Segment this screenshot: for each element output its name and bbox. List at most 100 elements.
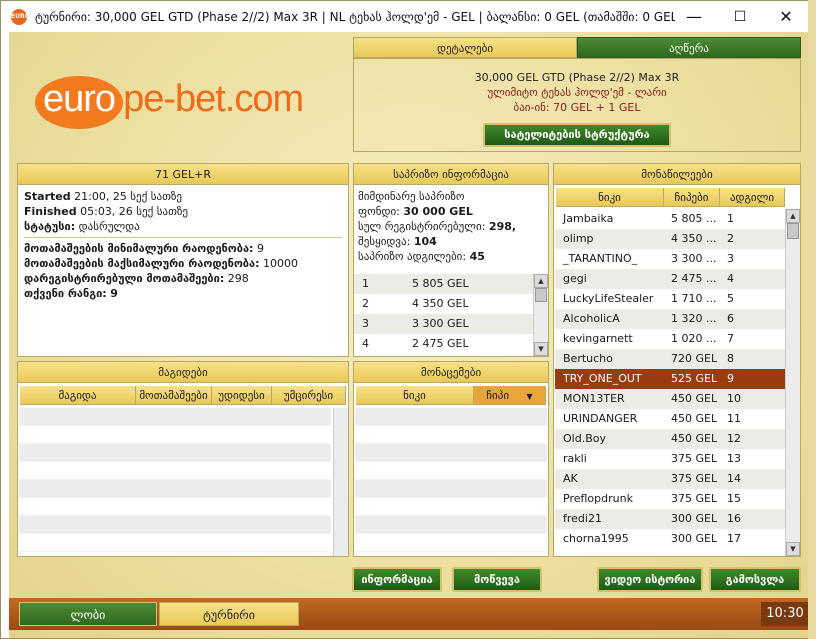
participant-row[interactable]: Old.Boy 450 GEL 12 <box>555 429 785 449</box>
participant-place: 12 <box>727 432 741 445</box>
scroll-up-arrow-icon[interactable]: ▲ <box>534 274 548 288</box>
col-search-nick[interactable]: ნიკი <box>356 386 474 404</box>
participant-nick: fredi21 <box>563 512 602 525</box>
participant-row[interactable]: Bertucho 720 GEL 8 <box>555 349 785 369</box>
participant-row[interactable]: TRY_ONE_OUT 525 GEL 9 <box>555 369 785 389</box>
europe-bet-logo: euro pe-bet.com <box>35 76 304 129</box>
participants-scroll-thumb[interactable] <box>787 223 799 239</box>
sort-chevron-down-icon: ▼ <box>526 392 533 401</box>
current-prize-label: მიმდინარე საპრიზო <box>358 190 465 203</box>
tab-details[interactable]: დეტალები <box>353 37 577 58</box>
participant-nick: gegi <box>563 272 587 285</box>
participant-nick: kevingarnett <box>563 332 633 345</box>
participant-row[interactable]: Jambaika 5 805 ... 1 <box>555 209 785 229</box>
rebuys-value: 104 <box>413 235 437 248</box>
col-search-chips-label: ჩიპი <box>486 389 510 402</box>
participant-chips: 720 GEL <box>671 352 718 365</box>
participant-row[interactable]: kevingarnett 1 020 ... 7 <box>555 329 785 349</box>
participant-place: 2 <box>727 232 734 245</box>
participant-chips: 5 805 ... <box>671 212 717 225</box>
search-panel: მონაცემები ნიკი ჩიპი ▼ <box>353 361 549 557</box>
started-value: 21:00, 25 სექ სათზე <box>74 190 183 203</box>
info-button[interactable]: ინფორმაცია <box>352 567 442 592</box>
participant-row[interactable]: fredi21 300 GEL 16 <box>555 509 785 529</box>
participant-row[interactable]: MON13TER 450 GEL 10 <box>555 389 785 409</box>
participant-chips: 1 710 ... <box>671 292 717 305</box>
logo-rest: pe-bet.com <box>123 78 304 120</box>
maximize-button[interactable]: ☐ <box>717 1 763 32</box>
participant-row[interactable]: LuckyLifeStealer 1 710 ... 5 <box>555 289 785 309</box>
participant-row[interactable]: gegi 2 475 ... 4 <box>555 269 785 289</box>
tables-list <box>19 408 331 552</box>
participant-chips: 375 GEL <box>671 452 718 465</box>
prize-places-value: 45 <box>469 250 485 263</box>
col-place[interactable]: ადგილი <box>720 188 785 206</box>
col-nick[interactable]: ნიკი <box>556 188 664 206</box>
participant-nick: olimp <box>563 232 594 245</box>
prize-scrollbar[interactable]: ▲ ▼ <box>533 274 548 356</box>
participant-place: 5 <box>727 292 734 305</box>
col-min[interactable]: უმცირესი <box>272 386 346 404</box>
participants-scrollbar[interactable]: ▲ ▼ <box>785 209 800 556</box>
participant-row[interactable]: rakli 375 GEL 13 <box>555 449 785 469</box>
participant-chips: 450 GEL <box>671 432 718 445</box>
participant-place: 3 <box>727 252 734 265</box>
prize-info-header: საპრიზო ინფორმაცია <box>354 164 548 185</box>
participant-nick: chorna1995 <box>563 532 629 545</box>
search-header: მონაცემები <box>354 362 548 383</box>
participant-nick: AlcoholicA <box>563 312 620 325</box>
exit-button[interactable]: გამოსვლა <box>709 567 801 592</box>
tournament-tab[interactable]: ტურნირი <box>159 602 299 626</box>
tables-scrollbar[interactable] <box>333 408 348 556</box>
col-max[interactable]: უდიდესი <box>212 386 272 404</box>
participant-place: 13 <box>727 452 741 465</box>
lobby-tab[interactable]: ლობი <box>19 602 157 626</box>
col-search-chips[interactable]: ჩიპი ▼ <box>474 386 546 404</box>
invite-button[interactable]: მოწვევა <box>452 567 542 592</box>
tables-header: მაგიდები <box>18 362 348 383</box>
participant-place: 17 <box>727 532 741 545</box>
col-chips[interactable]: ჩიპები <box>664 188 720 206</box>
tournament-window: EURO ტურნირი: 30,000 GEL GTD (Phase 2//2… <box>0 0 810 639</box>
registered-label: დარეგისტრირებული მოთამაშეები: <box>24 272 225 285</box>
participant-row[interactable]: chorna1995 300 GEL 17 <box>555 529 785 549</box>
participant-nick: AK <box>563 472 578 485</box>
scroll-up-arrow-icon[interactable]: ▲ <box>786 209 800 223</box>
prize-row: 15 805 GEL <box>354 274 534 294</box>
participant-nick: _TARANTINO_ <box>563 252 638 265</box>
prize-scroll-thumb[interactable] <box>535 288 547 302</box>
scroll-down-arrow-icon[interactable]: ▼ <box>786 542 800 556</box>
col-table[interactable]: მაგიდა <box>20 386 136 404</box>
col-players[interactable]: მოთამაშეები <box>136 386 212 404</box>
participant-row[interactable]: _TARANTINO_ 3 300 ... 3 <box>555 249 785 269</box>
participant-chips: 3 300 ... <box>671 252 717 265</box>
participant-chips: 1 320 ... <box>671 312 717 325</box>
participant-chips: 300 GEL <box>671 512 718 525</box>
satellite-structure-button[interactable]: სატელიტების სტრუქტურა <box>483 123 671 147</box>
participants-header: მონაწილეები <box>554 164 800 185</box>
rank-value: 9 <box>110 287 118 300</box>
registered-value: 298 <box>227 272 249 285</box>
participant-row[interactable]: Preflopdrunk 375 GEL 15 <box>555 489 785 509</box>
close-button[interactable]: ✕ <box>763 1 809 32</box>
participant-row[interactable]: olimp 4 350 ... 2 <box>555 229 785 249</box>
buy-in: ბაი-ინ: 70 GEL + 1 GEL <box>513 101 641 114</box>
search-column-headers: ნიკი ჩიპი ▼ <box>356 386 546 405</box>
fund-value: 30 000 GEL <box>403 205 473 218</box>
min-players-label: მოთამაშეების მინიმალური რაოდენობა: <box>24 242 254 255</box>
details-tabbar: დეტალები აღწერა <box>353 37 801 58</box>
prize-info-panel: საპრიზო ინფორმაცია მიმდინარე საპრიზო ფონ… <box>353 163 549 357</box>
scroll-down-arrow-icon[interactable]: ▼ <box>534 342 548 356</box>
prize-row: 24 350 GEL <box>362 297 469 310</box>
participant-row[interactable]: AlcoholicA 1 320 ... 6 <box>555 309 785 329</box>
minimize-button[interactable]: — <box>671 1 717 32</box>
participant-row[interactable]: AK 375 GEL 14 <box>555 469 785 489</box>
tables-column-headers: მაგიდა მოთამაშეები უდიდესი უმცირესი <box>20 386 346 405</box>
participant-chips: 300 GEL <box>671 532 718 545</box>
prize-list: 15 805 GEL 24 350 GEL 33 300 GEL 42 475 … <box>354 274 534 354</box>
window-title: ტურნირი: 30,000 GEL GTD (Phase 2//2) Max… <box>35 9 675 24</box>
participant-nick: Bertucho <box>563 352 613 365</box>
video-history-button[interactable]: ვიდეო ისტორია <box>597 567 703 592</box>
participant-row[interactable]: URINDANGER 450 GEL 11 <box>555 409 785 429</box>
tab-description[interactable]: აღწერა <box>577 37 801 58</box>
